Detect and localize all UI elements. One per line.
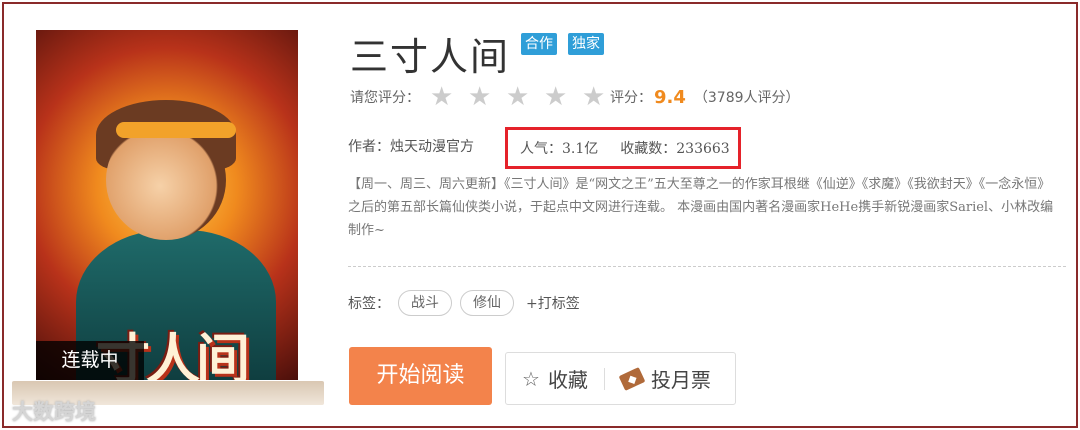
star-icon[interactable]: ★ (582, 84, 608, 110)
author-name[interactable]: 烛天动漫官方 (390, 136, 474, 156)
tags-row: 标签： 战斗 修仙 +打标签 (348, 290, 580, 316)
status-badge: 连载中 (36, 341, 144, 380)
cover-art-face (106, 120, 226, 240)
star-icon[interactable]: ★ (468, 84, 494, 110)
cover-art-goggles (116, 122, 236, 138)
author-label: 作者： (348, 139, 390, 155)
star-icon[interactable]: ★ (430, 84, 456, 110)
tags-label: 标签： (348, 296, 390, 312)
vote-button[interactable]: ◆ 投月票 (605, 364, 727, 393)
score-label: 评分： (610, 90, 652, 106)
start-reading-button[interactable]: 开始阅读 (349, 347, 492, 405)
star-icon[interactable]: ★ (544, 84, 570, 110)
rating-row: 请您评分： ★ ★ ★ ★ ★ 评分： 9.4 （3789人评分） (350, 84, 800, 110)
star-icon[interactable]: ★ (506, 84, 532, 110)
exclusive-badge: 独家 (568, 33, 604, 55)
stats: 人气：3.1亿 收藏数：233663 (520, 138, 730, 158)
cover-image[interactable]: 寸人间 (36, 30, 298, 380)
watermark: 大数跨境 (12, 400, 96, 424)
tag-item[interactable]: 战斗 (398, 290, 452, 316)
vote-label: 投月票 (650, 368, 711, 392)
ticket-icon: ◆ (618, 366, 646, 391)
score-count: （3789人评分） (693, 90, 800, 106)
divider (348, 266, 1066, 267)
description: 【周一、周三、周六更新】《三寸人间》是“网文之王”五大至尊之一的作家耳根继《仙逆… (348, 177, 1054, 238)
author-row: 作者： 烛天动漫官方 (348, 136, 474, 156)
favorites-count: 收藏数：233663 (620, 141, 730, 157)
rating-prompt: 请您评分： (350, 90, 420, 106)
tag-item[interactable]: 修仙 (460, 290, 514, 316)
coop-badge: 合作 (521, 33, 557, 55)
favorite-label: 收藏 (547, 368, 588, 392)
star-rating[interactable]: ★ ★ ★ ★ ★ (430, 84, 608, 110)
add-tag-button[interactable]: +打标签 (526, 293, 580, 313)
score-value: 9.4 (654, 86, 686, 108)
action-box: ☆ 收藏 ◆ 投月票 (505, 352, 736, 405)
popularity: 人气：3.1亿 (520, 141, 599, 157)
star-outline-icon: ☆ (522, 366, 540, 391)
book-title: 三寸人间 (350, 35, 511, 79)
favorite-button[interactable]: ☆ 收藏 (506, 364, 604, 393)
